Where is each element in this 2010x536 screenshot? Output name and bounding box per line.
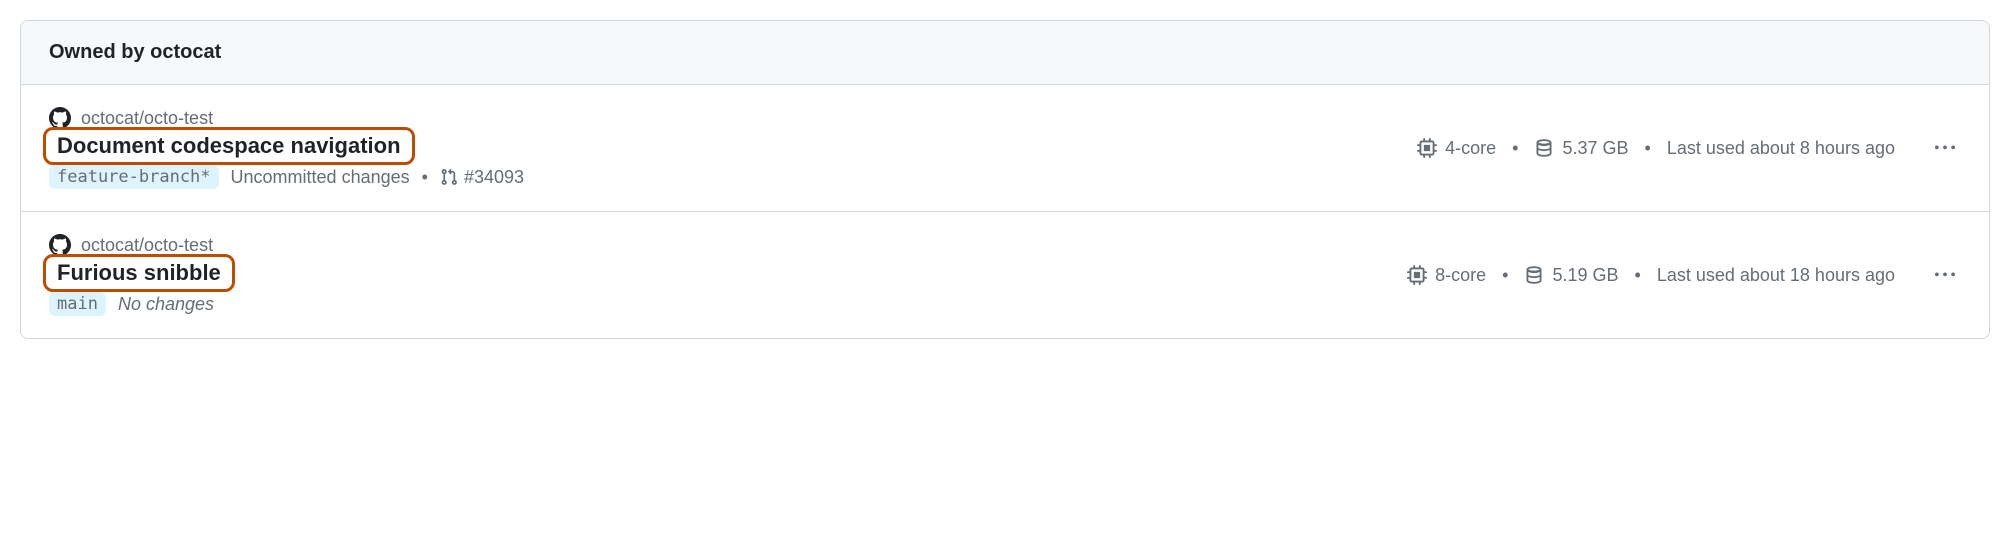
- branch-badge[interactable]: feature-branch*: [49, 165, 219, 189]
- kebab-horizontal-icon: [1935, 138, 1955, 158]
- codespace-actions-menu-button[interactable]: [1929, 259, 1961, 291]
- storage-stat: 5.37 GB: [1534, 138, 1628, 159]
- octocat-avatar-icon: [49, 107, 71, 129]
- repo-line: octocat/octo-test: [49, 107, 524, 129]
- repo-name[interactable]: octocat/octo-test: [81, 235, 213, 256]
- separator-dot: •: [1645, 138, 1651, 159]
- codespaces-list: Owned by octocat octocat/octo-test Docum…: [20, 20, 1990, 339]
- separator-dot: •: [1635, 265, 1641, 286]
- pr-link[interactable]: #34093: [440, 167, 524, 188]
- codespace-row: octocat/octo-test Document codespace nav…: [21, 85, 1989, 212]
- changes-text: Uncommitted changes: [231, 167, 410, 188]
- owner-title: Owned by octocat: [49, 41, 1961, 64]
- codespace-stats: 8-core • 5.19 GB • Last used about 18 ho…: [1407, 259, 1961, 291]
- machine-stat: 4-core: [1417, 138, 1496, 159]
- octocat-avatar-icon: [49, 234, 71, 256]
- codespace-title-link[interactable]: Document codespace navigation: [49, 129, 409, 162]
- database-icon: [1534, 138, 1554, 158]
- codespace-title-wrap: Document codespace navigation: [49, 133, 409, 159]
- codespace-info: octocat/octo-test Document codespace nav…: [49, 107, 524, 189]
- cpu-icon: [1417, 138, 1437, 158]
- repo-name[interactable]: octocat/octo-test: [81, 108, 213, 129]
- codespace-row: octocat/octo-test Furious snibble main N…: [21, 212, 1989, 338]
- codespace-title-wrap: Furious snibble: [49, 260, 229, 286]
- codespace-info: octocat/octo-test Furious snibble main N…: [49, 234, 229, 316]
- codespace-title-link[interactable]: Furious snibble: [49, 256, 229, 289]
- branch-badge[interactable]: main: [49, 292, 106, 316]
- kebab-horizontal-icon: [1935, 265, 1955, 285]
- machine-stat: 8-core: [1407, 265, 1486, 286]
- git-pull-request-icon: [440, 168, 458, 186]
- last-used-text: Last used about 18 hours ago: [1657, 265, 1895, 286]
- codespace-stats: 4-core • 5.37 GB • Last used about 8 hou…: [1417, 132, 1961, 164]
- storage-text: 5.19 GB: [1552, 265, 1618, 286]
- separator-dot: •: [422, 167, 428, 188]
- pr-number: #34093: [464, 167, 524, 188]
- database-icon: [1524, 265, 1544, 285]
- machine-text: 8-core: [1435, 265, 1486, 286]
- separator-dot: •: [1502, 265, 1508, 286]
- machine-text: 4-core: [1445, 138, 1496, 159]
- repo-line: octocat/octo-test: [49, 234, 229, 256]
- changes-text: No changes: [118, 294, 214, 315]
- separator-dot: •: [1512, 138, 1518, 159]
- codespace-actions-menu-button[interactable]: [1929, 132, 1961, 164]
- codespace-meta: feature-branch* Uncommitted changes • #3…: [49, 165, 524, 189]
- cpu-icon: [1407, 265, 1427, 285]
- last-used-text: Last used about 8 hours ago: [1667, 138, 1895, 159]
- codespace-meta: main No changes: [49, 292, 229, 316]
- owner-header: Owned by octocat: [21, 21, 1989, 85]
- storage-stat: 5.19 GB: [1524, 265, 1618, 286]
- storage-text: 5.37 GB: [1562, 138, 1628, 159]
